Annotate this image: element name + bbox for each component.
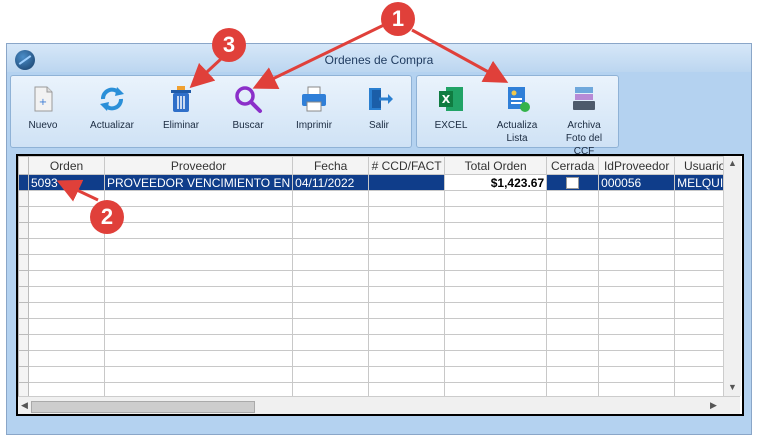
arrow-2-to-orden: [56, 179, 99, 202]
callout-2: 2: [90, 200, 124, 234]
callout-3: 3: [212, 28, 246, 62]
arrow-1-to-buscar: [252, 22, 387, 89]
arrow-3-to-eliminar: [189, 56, 224, 89]
callout-1: 1: [381, 2, 415, 36]
arrow-1-to-actualiza-lista: [411, 28, 509, 83]
